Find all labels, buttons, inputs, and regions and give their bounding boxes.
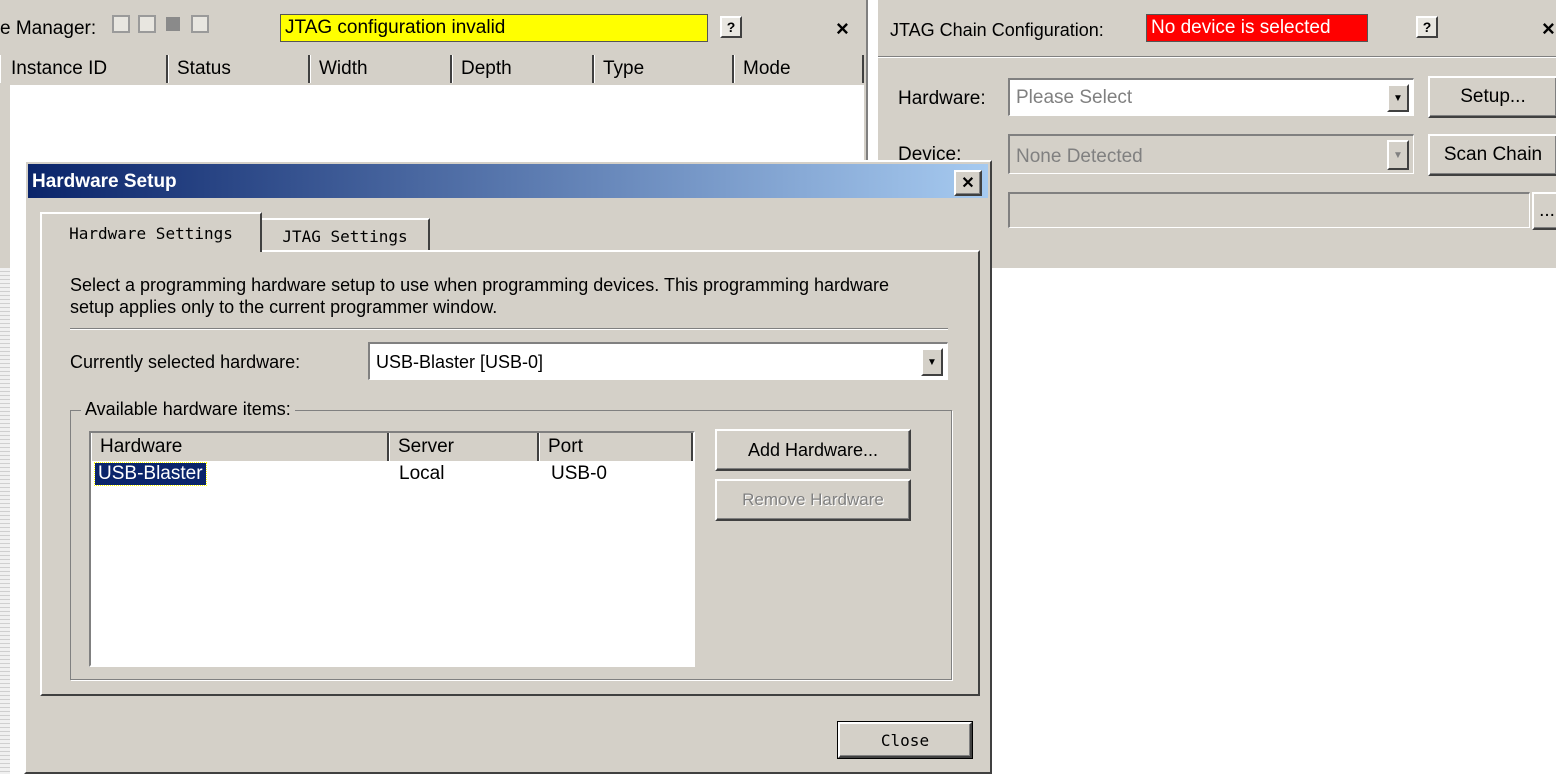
instance-table-header: Instance ID Status Width Depth Type Mode [0,55,864,85]
move-up-icon[interactable] [112,15,130,33]
jtag-status-field: No device is selected [1146,14,1368,42]
list-item[interactable]: USB-Blaster Local USB-0 [91,462,693,487]
description-text: Select a programming hardware setup to u… [70,275,890,317]
hardware-select-value: Please Select [1016,87,1133,108]
remove-hardware-button[interactable]: Remove Hardware [715,479,911,521]
setup-button[interactable]: Setup... [1428,76,1556,118]
instance-status-text: JTAG configuration invalid [285,17,506,38]
column-header-server[interactable]: Server [389,433,539,461]
available-hardware-group: Available hardware items: Hardware Serve… [70,399,952,680]
instance-manager-title: e Manager: [0,18,97,39]
device-select[interactable]: None Detected ▼ [1008,134,1414,174]
column-header-hardware[interactable]: Hardware [91,433,389,461]
hardware-select[interactable]: Please Select ▼ [1008,78,1414,116]
browse-button[interactable]: ... [1532,192,1556,230]
instance-status-field: JTAG configuration invalid [280,14,708,42]
dialog-title: Hardware Setup [32,171,177,192]
column-header-status[interactable]: Status [168,55,310,83]
jtag-chain-title: JTAG Chain Configuration: [890,20,1104,40]
help-icon[interactable]: ? [1416,16,1438,38]
current-hardware-select[interactable]: USB-Blaster [USB-0] ▼ [368,342,948,380]
chevron-down-icon: ▼ [1387,140,1409,170]
close-icon[interactable]: × [836,16,849,42]
list-header: Hardware Server Port [91,433,693,461]
hardware-list[interactable]: Hardware Server Port USB-Blaster Local U… [89,431,695,667]
column-header-mode[interactable]: Mode [734,55,864,83]
list-item-server: Local [399,463,445,484]
chevron-down-icon[interactable]: ▼ [921,348,943,376]
list-item-port: USB-0 [551,463,607,484]
jtag-status-text: No device is selected [1151,17,1331,38]
close-icon[interactable]: ✕ [954,170,982,196]
list-icon[interactable] [191,15,209,33]
help-icon[interactable]: ? [720,16,742,38]
add-hardware-button[interactable]: Add Hardware... [715,429,911,471]
divider [878,56,1556,58]
column-header-depth[interactable]: Depth [452,55,594,83]
tab-content: Select a programming hardware setup to u… [40,250,980,696]
column-header-width[interactable]: Width [310,55,452,83]
column-header-type[interactable]: Type [594,55,734,83]
dialog-title-bar[interactable]: Hardware Setup ✕ [28,164,988,198]
current-hardware-label: Currently selected hardware: [70,352,301,372]
scan-chain-button[interactable]: Scan Chain [1428,134,1556,176]
group-label: Available hardware items: [81,399,295,420]
column-header-instance-id[interactable]: Instance ID [0,55,168,83]
hardware-setup-dialog: Hardware Setup ✕ Hardware Settings JTAG … [24,160,992,774]
close-button[interactable]: Close [837,721,973,759]
tab-jtag-settings[interactable]: JTAG Settings [262,218,430,252]
move-down-icon[interactable] [138,15,156,33]
device-select-value: None Detected [1016,146,1143,167]
list-item-hardware: USB-Blaster [94,462,207,486]
close-icon[interactable]: × [1542,16,1555,42]
hardware-label: Hardware: [898,88,986,109]
programming-file-field[interactable] [1008,192,1530,228]
chevron-down-icon[interactable]: ▼ [1387,84,1409,112]
current-hardware-value: USB-Blaster [USB-0] [376,352,544,372]
tab-hardware-settings[interactable]: Hardware Settings [40,212,262,252]
divider [70,328,948,330]
stop-icon[interactable] [166,17,180,31]
column-header-port[interactable]: Port [539,433,693,461]
